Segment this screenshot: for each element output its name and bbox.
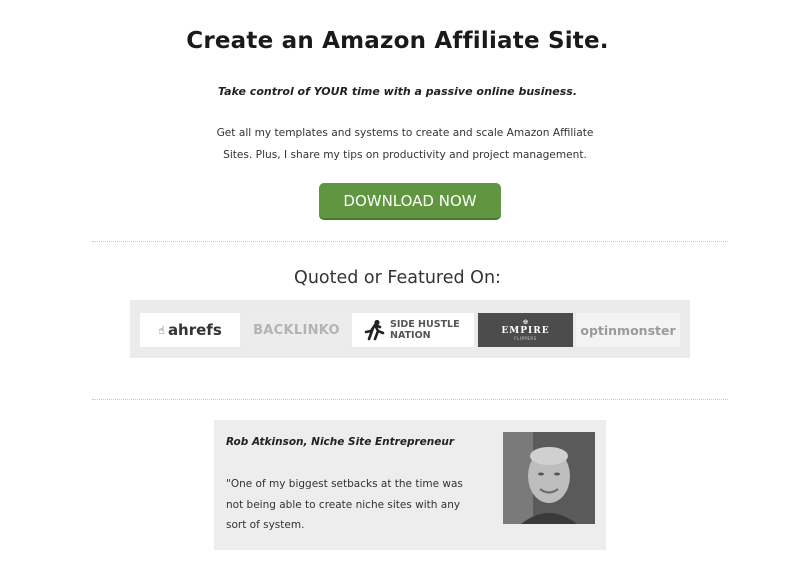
optinmonster-logo-text: optinmonster [580, 322, 676, 338]
optinmonster-logo: optinmonster [576, 313, 680, 347]
ahrefs-logo-text: ahrefs [167, 321, 222, 339]
featured-heading: Quoted or Featured On: [294, 268, 501, 288]
featured-logo-strip: ☝ ahrefs BACKLINKO SIDE HUSTLE NATION ♚ … [130, 300, 690, 358]
tagline: Take control of YOUR time with a passive… [217, 85, 578, 98]
shn-line2: NATION [390, 330, 431, 341]
page-title: Create an Amazon Affiliate Site. [186, 28, 609, 54]
side-hustle-nation-logo: SIDE HUSTLE NATION [352, 313, 474, 347]
testimonial-quote: "One of my biggest setbacks at the time … [226, 478, 463, 531]
divider [92, 241, 728, 242]
shn-line1: SIDE HUSTLE [390, 319, 460, 330]
side-hustle-nation-text: SIDE HUSTLE NATION [390, 319, 460, 341]
crown-icon: ♚ [522, 318, 529, 326]
running-figure-icon [364, 319, 385, 341]
testimonial-author: Rob Atkinson, Niche Site Entrepreneur [226, 436, 455, 448]
empire-flippers-logo: ♚ EMPIRE FLIPPERS [478, 313, 573, 347]
hand-pointer-icon: ☝ [158, 323, 165, 337]
testimonial-card: Rob Atkinson, Niche Site Entrepreneur "O… [214, 420, 606, 550]
description: Get all my templates and systems to crea… [216, 127, 594, 161]
download-now-button[interactable]: DOWNLOAD NOW [319, 183, 501, 220]
empire-logo-subtext: FLIPPERS [514, 336, 537, 341]
empire-logo-text: EMPIRE [501, 326, 550, 336]
divider [92, 399, 728, 400]
backlinko-logo-text: BACKLINKO [253, 322, 340, 338]
ahrefs-logo: ☝ ahrefs [140, 313, 240, 347]
backlinko-logo: BACKLINKO [245, 313, 348, 347]
testimonial-avatar [503, 432, 595, 524]
